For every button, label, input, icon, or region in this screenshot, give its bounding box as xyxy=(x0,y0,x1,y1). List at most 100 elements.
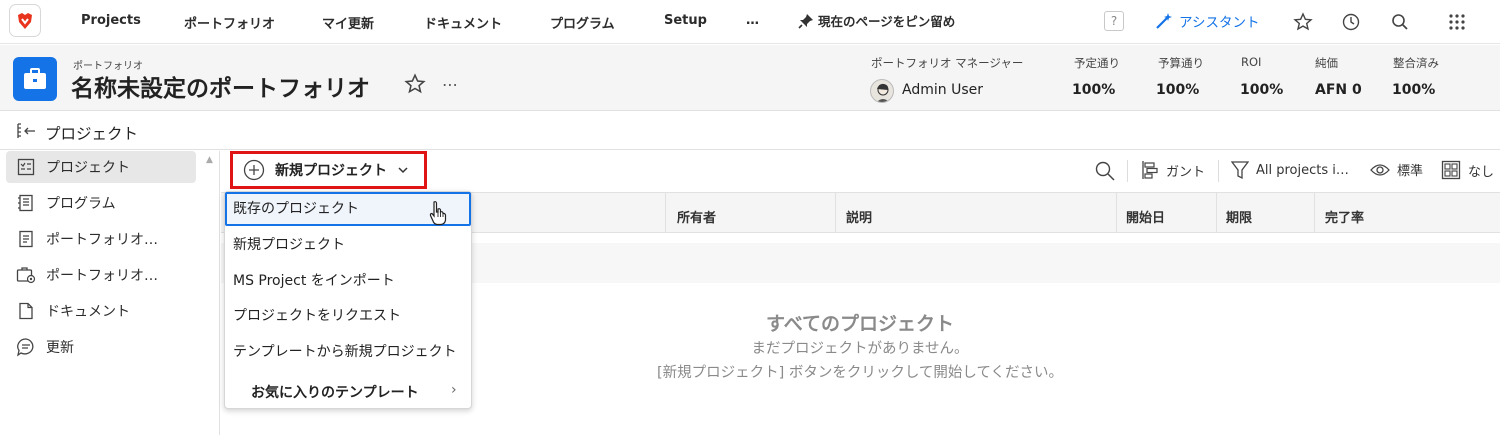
metric-on-budget-value: 100% xyxy=(1156,82,1200,98)
favorites-star-icon[interactable] xyxy=(1292,11,1314,33)
metric-on-budget-label: 予算通り xyxy=(1158,56,1204,70)
app-grid-icon[interactable] xyxy=(1446,11,1468,33)
sidebar-item-label: ポートフォリオ… xyxy=(46,232,158,248)
workfront-logo-icon[interactable] xyxy=(9,4,41,37)
metric-roi-label: ROI xyxy=(1241,55,1262,69)
gantt-button[interactable]: ガント xyxy=(1141,160,1205,180)
sidebar-item-label: プロジェクト xyxy=(46,160,130,176)
assistant-button[interactable]: アシスタント xyxy=(1154,11,1259,31)
column-description[interactable]: 説明 xyxy=(846,207,872,226)
portfolio-header: ポートフォリオ 名称未設定のポートフォリオ ⋯ ポートフォリオ マネージャー A… xyxy=(0,45,1500,111)
menu-item-import-ms-project[interactable]: MS Project をインポート xyxy=(225,264,471,298)
column-divider xyxy=(835,193,836,233)
sidebar: プロジェクト プログラム ポートフォリオ… ポートフォリオ… ドキュメント 更新 xyxy=(0,151,220,435)
menu-item-request-project[interactable]: プロジェクトをリクエスト xyxy=(225,299,471,333)
column-divider xyxy=(665,193,666,233)
top-navigation-bar: Projects ポートフォリオ マイ更新 ドキュメント プログラム Setup… xyxy=(0,0,1500,44)
sidebar-item-label: ポートフォリオ… xyxy=(46,268,158,284)
metric-net-value-value: AFN 0 xyxy=(1315,82,1362,98)
page-title: 名称未設定のポートフォリオ xyxy=(71,76,370,102)
manager-name[interactable]: Admin User xyxy=(902,82,983,98)
pin-icon xyxy=(798,13,813,29)
chevron-down-icon xyxy=(398,167,408,174)
section-bar: プロジェクト xyxy=(0,112,1500,150)
view-button[interactable]: 標準 xyxy=(1370,160,1423,179)
menu-item-new-project[interactable]: 新規プロジェクト xyxy=(225,228,471,262)
gantt-label: ガント xyxy=(1166,164,1206,180)
metric-on-time-label: 予定通り xyxy=(1074,56,1120,70)
avatar xyxy=(870,79,894,103)
chevron-right-icon: › xyxy=(451,382,457,398)
briefcase-settings-icon xyxy=(12,266,40,284)
nav-programs[interactable]: プログラム xyxy=(550,13,615,32)
pin-page-label: 現在のページをピン留め xyxy=(818,14,956,29)
metric-aligned-label: 整合済み xyxy=(1393,56,1439,70)
column-divider xyxy=(1216,193,1217,233)
new-project-button[interactable]: 新規プロジェクト xyxy=(243,159,409,181)
plus-circle-icon xyxy=(243,159,265,181)
filter-button[interactable]: All projects i… xyxy=(1231,160,1349,180)
filter-label: All projects i… xyxy=(1256,162,1349,178)
empty-state-message: まだプロジェクトがありません。 xyxy=(751,341,969,357)
sidebar-item-documents[interactable]: ドキュメント xyxy=(6,295,196,327)
metric-aligned-value: 100% xyxy=(1392,82,1436,98)
sidebar-item-label: プログラム xyxy=(46,196,116,212)
sidebar-item-label: ドキュメント xyxy=(46,304,130,320)
menu-item-from-template[interactable]: テンプレートから新規プロジェクト xyxy=(225,335,471,369)
sidebar-item-programs[interactable]: プログラム xyxy=(6,187,196,219)
comment-icon xyxy=(12,337,40,357)
column-start-date[interactable]: 開始日 xyxy=(1126,207,1165,226)
magic-wand-icon xyxy=(1156,13,1172,29)
empty-state-title: すべてのプロジェクト xyxy=(766,313,954,335)
section-title: プロジェクト xyxy=(45,125,139,143)
metric-on-time-value: 100% xyxy=(1072,82,1116,98)
help-button[interactable]: ? xyxy=(1104,11,1124,31)
nav-portfolios[interactable]: ポートフォリオ xyxy=(184,13,275,32)
sidebar-scroll-up-icon[interactable]: ▲ xyxy=(206,155,213,165)
view-label: 標準 xyxy=(1397,164,1424,179)
recent-history-icon[interactable] xyxy=(1340,11,1362,33)
new-project-label: 新規プロジェクト xyxy=(275,163,387,179)
column-percent-complete[interactable]: 完了率 xyxy=(1325,207,1364,226)
column-owner[interactable]: 所有者 xyxy=(677,207,716,226)
favorite-star-icon[interactable] xyxy=(404,73,426,99)
sidebar-item-portfolio-settings[interactable]: ポートフォリオ… xyxy=(6,259,196,291)
pin-page-button[interactable]: 現在のページをピン留め xyxy=(798,11,955,30)
file-icon xyxy=(12,302,40,320)
nav-projects[interactable]: Projects xyxy=(81,13,141,28)
nav-documents[interactable]: ドキュメント xyxy=(424,13,502,32)
metric-net-value-label: 純価 xyxy=(1315,56,1338,70)
sidebar-item-label: 更新 xyxy=(46,340,74,356)
menu-item-favorite-templates[interactable]: お気に入りのテンプレート xyxy=(251,382,419,402)
document-icon xyxy=(12,230,40,248)
column-divider xyxy=(1314,193,1315,233)
program-icon xyxy=(12,194,40,212)
grouping-label: なし xyxy=(1468,164,1495,180)
toolbar-divider xyxy=(1218,160,1219,182)
sidebar-item-updates[interactable]: 更新 xyxy=(6,331,196,363)
eye-icon xyxy=(1370,163,1390,176)
toolbar-divider xyxy=(1127,160,1128,182)
assistant-label: アシスタント xyxy=(1179,15,1260,31)
project-list-icon xyxy=(12,158,40,176)
grouping-icon xyxy=(1441,160,1461,180)
empty-state-hint: [新規プロジェクト] ボタンをクリックして開始してください。 xyxy=(656,365,1064,381)
manager-label: ポートフォリオ マネージャー xyxy=(871,56,1024,70)
sidebar-item-projects[interactable]: プロジェクト xyxy=(6,151,196,183)
column-due-date[interactable]: 期限 xyxy=(1226,207,1252,226)
sidebar-item-portfolio-details[interactable]: ポートフォリオ… xyxy=(6,223,196,255)
hand-cursor-icon xyxy=(428,200,448,230)
search-icon xyxy=(1095,161,1115,181)
filter-icon xyxy=(1231,161,1249,180)
nav-more[interactable]: … xyxy=(746,13,759,28)
grouping-button[interactable]: なし xyxy=(1441,160,1494,180)
more-options-button[interactable]: ⋯ xyxy=(442,75,459,94)
nav-setup[interactable]: Setup xyxy=(664,13,707,28)
search-icon[interactable] xyxy=(1389,11,1411,33)
collapse-panel-icon[interactable] xyxy=(16,122,36,144)
portfolio-briefcase-icon xyxy=(13,57,57,101)
column-divider xyxy=(1116,193,1117,233)
nav-my-updates[interactable]: マイ更新 xyxy=(322,13,374,32)
search-projects-button[interactable] xyxy=(1094,160,1116,182)
metric-roi-value: 100% xyxy=(1240,82,1284,98)
